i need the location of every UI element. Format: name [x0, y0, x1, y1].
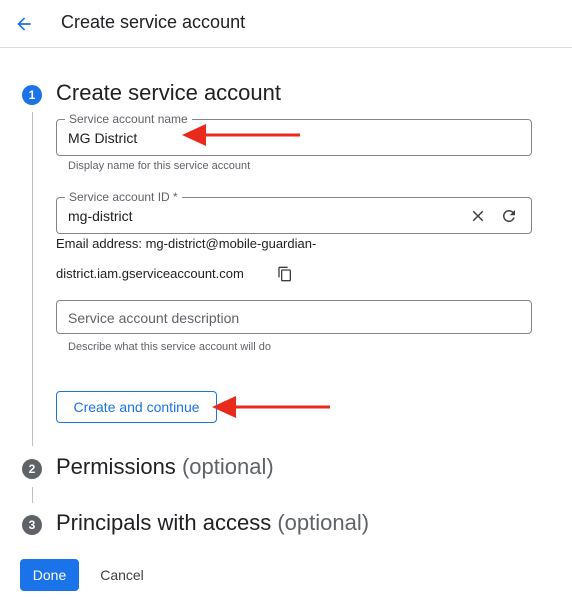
step-3-number: 3 [22, 515, 42, 535]
step-2-number: 2 [22, 459, 42, 479]
arrow-back-icon [17, 17, 31, 31]
service-account-description-hint: Describe what this service account will … [68, 341, 271, 353]
cancel-button[interactable]: Cancel [90, 559, 154, 591]
page-header: Create service account [0, 0, 572, 48]
step-connector-2 [32, 487, 33, 503]
service-account-id-field[interactable]: Service account ID * mg-district [56, 190, 532, 234]
step-1-number: 1 [22, 85, 42, 105]
service-account-description-field[interactable]: Service account description [56, 300, 532, 334]
service-account-name-hint: Display name for this service account [68, 160, 251, 172]
regenerate-id-button[interactable] [499, 206, 519, 226]
email-address-line2: district.iam.gserviceaccount.com [56, 266, 244, 281]
service-account-id-label: Service account ID * [65, 190, 182, 204]
step-2-title-text: Permissions [56, 454, 176, 479]
refresh-icon [502, 209, 515, 222]
annotation-arrow-create-button [212, 396, 330, 418]
create-and-continue-button[interactable]: Create and continue [56, 391, 217, 423]
step-3-title[interactable]: Principals with access (optional) [56, 510, 369, 536]
service-account-name-value[interactable]: MG District [68, 130, 137, 146]
step-connector [32, 112, 33, 446]
step-2-optional: (optional) [181, 454, 274, 479]
back-button[interactable] [10, 10, 38, 38]
copy-icon [278, 266, 291, 282]
page-title: Create service account [61, 12, 246, 32]
clear-id-button[interactable] [468, 206, 488, 226]
service-account-id-value[interactable]: mg-district [68, 208, 133, 224]
step-3-optional: (optional) [277, 510, 370, 535]
step-3-title-text: Principals with access [56, 510, 272, 535]
close-icon [472, 210, 484, 222]
step-2-title[interactable]: Permissions (optional) [56, 454, 274, 480]
service-account-name-label: Service account name [65, 112, 192, 126]
copy-email-button[interactable] [275, 264, 295, 284]
email-address-line1: Email address: mg-district@mobile-guardi… [56, 236, 317, 251]
step-1-title-text: Create service account [56, 80, 281, 105]
step-1-title: Create service account [56, 80, 281, 106]
annotation-arrow-name-field [182, 124, 300, 146]
service-account-description-placeholder[interactable]: Service account description [68, 310, 239, 326]
done-button[interactable]: Done [20, 559, 79, 591]
